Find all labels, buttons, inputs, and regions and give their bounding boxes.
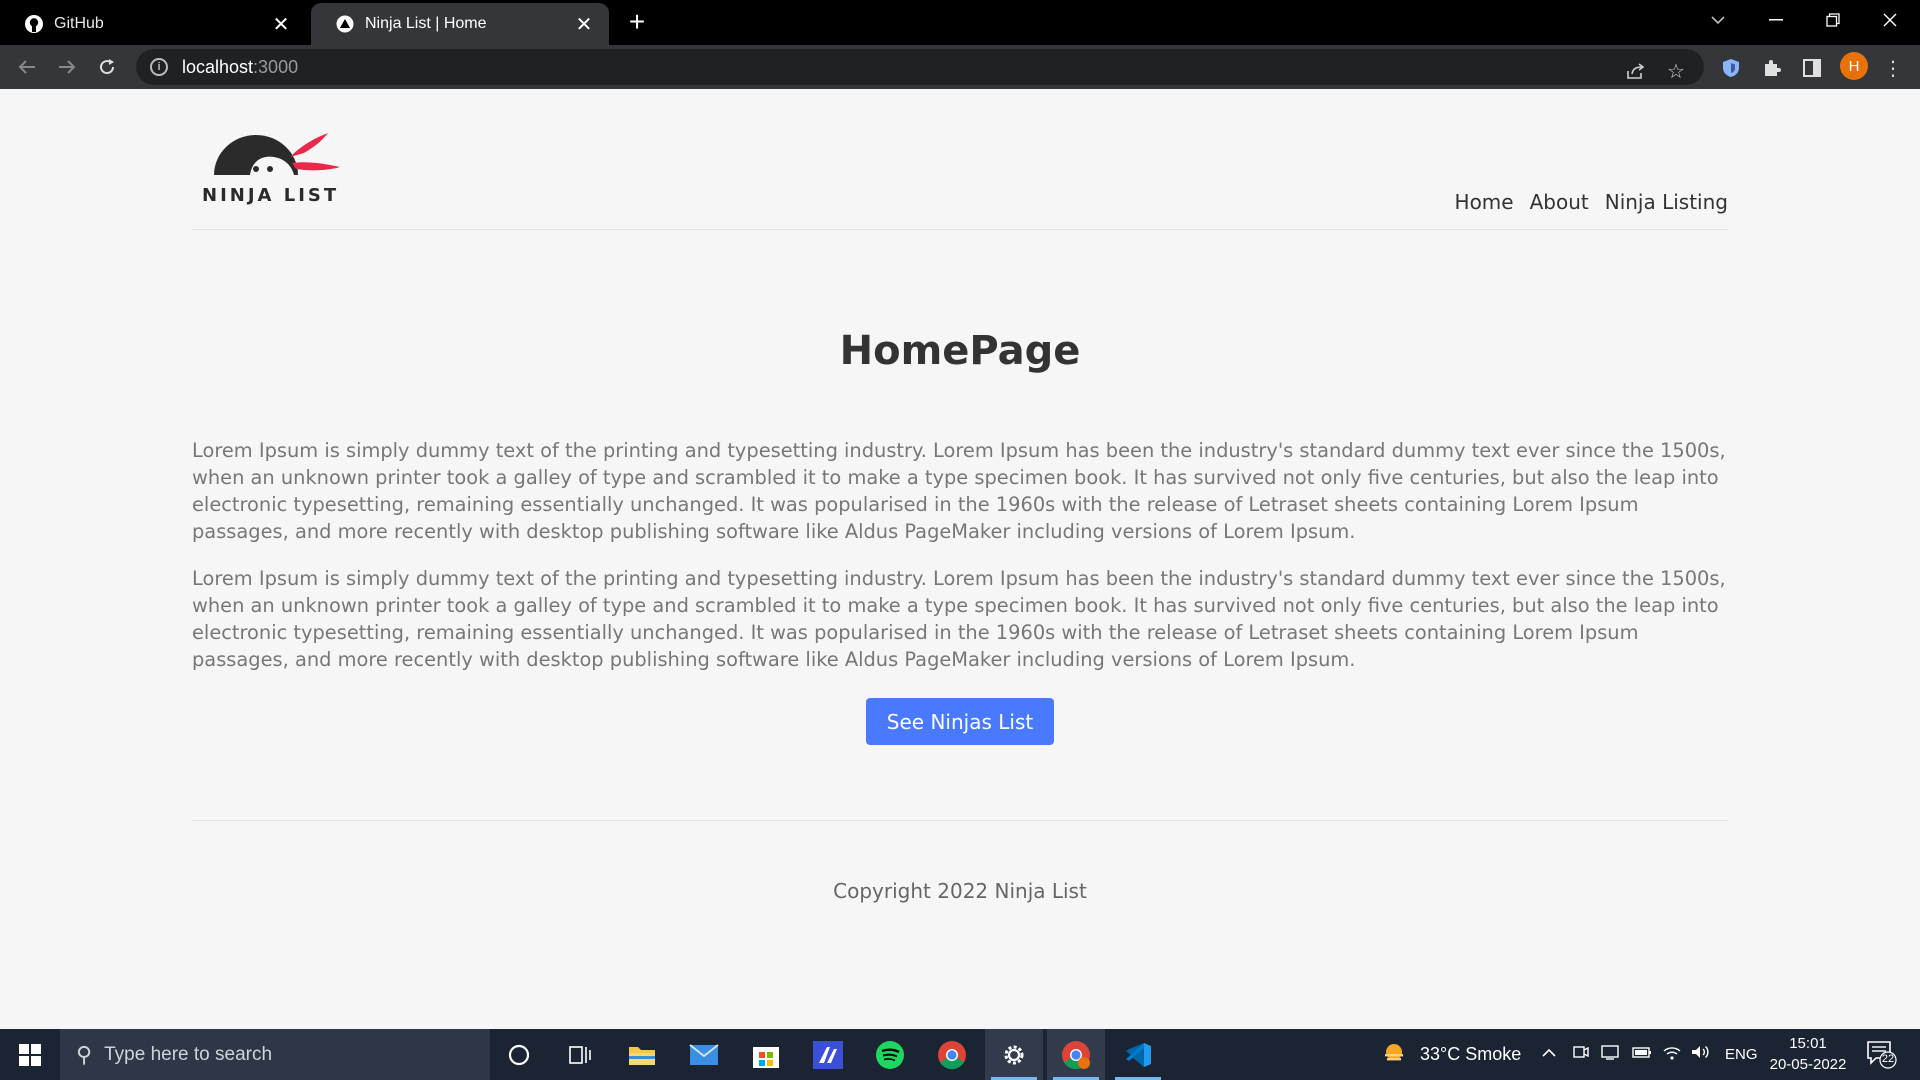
nav-link-ninja-listing[interactable]: Ninja Listing bbox=[1605, 190, 1728, 214]
ninja-list-logo[interactable]: NINJA LIST bbox=[200, 117, 355, 209]
minimize-icon[interactable] bbox=[1748, 0, 1804, 40]
task-view-icon[interactable] bbox=[551, 1029, 609, 1080]
tab-title: GitHub bbox=[54, 15, 104, 32]
extensions-puzzle-icon[interactable] bbox=[1759, 55, 1785, 81]
settings-icon[interactable] bbox=[985, 1029, 1043, 1080]
notification-count: 22 bbox=[1881, 1053, 1895, 1065]
store-icon[interactable] bbox=[737, 1029, 795, 1080]
new-tab-button[interactable]: + bbox=[622, 8, 652, 38]
bookmark-star-icon[interactable]: ☆ bbox=[1664, 59, 1688, 83]
nextjs-icon bbox=[335, 14, 355, 34]
web-page: NINJA LIST Home About Ninja Listing Home… bbox=[0, 89, 1920, 1029]
side-panel-icon[interactable] bbox=[1799, 55, 1825, 81]
footer-copyright: Copyright 2022 Ninja List bbox=[833, 879, 1087, 903]
browser-toolbar: i localhost:3000 ☆ ⋮ bbox=[0, 45, 1920, 89]
app-icon[interactable] bbox=[799, 1029, 857, 1080]
tab-search-icon[interactable] bbox=[1690, 0, 1746, 40]
logo-text: NINJA LIST bbox=[202, 185, 339, 206]
restore-icon[interactable] bbox=[1805, 0, 1861, 40]
notification-center-icon[interactable]: 22 bbox=[1866, 1039, 1898, 1069]
site-info-icon[interactable]: i bbox=[150, 58, 168, 76]
search-icon: ⚲ bbox=[76, 1041, 93, 1067]
back-icon[interactable] bbox=[11, 51, 43, 83]
clock-date: 20-05-2022 bbox=[1769, 1056, 1847, 1073]
site-nav: Home About Ninja Listing bbox=[1455, 190, 1728, 214]
github-icon bbox=[24, 14, 44, 34]
chrome-profile-icon[interactable] bbox=[1047, 1029, 1105, 1080]
close-icon[interactable]: ✕ bbox=[573, 12, 595, 37]
weather-text[interactable]: 33°C Smoke bbox=[1420, 1044, 1521, 1065]
profile-avatar[interactable]: H bbox=[1840, 52, 1868, 80]
nav-link-home[interactable]: Home bbox=[1455, 190, 1514, 214]
close-icon[interactable]: ✕ bbox=[270, 12, 292, 37]
chevron-up-icon[interactable] bbox=[1542, 1043, 1556, 1063]
browser-tab-strip: GitHub ✕ Ninja List | Home ✕ + bbox=[0, 0, 1920, 45]
shield-extension-icon[interactable] bbox=[1718, 55, 1744, 81]
display-icon[interactable] bbox=[1601, 1043, 1619, 1066]
tab-github[interactable]: GitHub ✕ bbox=[0, 3, 306, 45]
page-content: NINJA LIST Home About Ninja Listing Home… bbox=[192, 89, 1728, 903]
vscode-icon[interactable] bbox=[1109, 1029, 1167, 1080]
share-icon[interactable] bbox=[1624, 59, 1648, 83]
address-bar[interactable]: i localhost:3000 ☆ bbox=[136, 49, 1704, 85]
intro-paragraph-1: Lorem Ipsum is simply dummy text of the … bbox=[192, 439, 1726, 543]
see-ninjas-list-button[interactable]: See Ninjas List bbox=[866, 698, 1054, 745]
site-navbar: NINJA LIST Home About Ninja Listing bbox=[192, 89, 1728, 230]
windows-taskbar: ⚲ Type here to search 33°C Smoke ENG 15:… bbox=[0, 1029, 1920, 1080]
intro-paragraph-2: Lorem Ipsum is simply dummy text of the … bbox=[192, 567, 1726, 671]
windows-start-icon[interactable] bbox=[0, 1029, 60, 1080]
url-port: :3000 bbox=[253, 56, 299, 77]
search-placeholder: Type here to search bbox=[104, 1043, 273, 1065]
taskbar-clock[interactable]: 15:01 20-05-2022 bbox=[1762, 1033, 1854, 1075]
wifi-icon[interactable] bbox=[1662, 1043, 1682, 1066]
tab-title: Ninja List | Home bbox=[365, 15, 487, 32]
language-indicator[interactable]: ENG bbox=[1725, 1046, 1758, 1063]
volume-icon[interactable] bbox=[1690, 1043, 1710, 1066]
battery-icon[interactable] bbox=[1632, 1043, 1652, 1066]
chrome-icon[interactable] bbox=[923, 1029, 981, 1080]
mail-icon[interactable] bbox=[675, 1029, 733, 1080]
clock-time: 15:01 bbox=[1789, 1035, 1827, 1052]
menu-kebab-icon[interactable]: ⋮ bbox=[1880, 55, 1906, 81]
forward-icon[interactable] bbox=[51, 51, 83, 83]
page-title: HomePage bbox=[839, 328, 1081, 374]
reload-icon[interactable] bbox=[91, 51, 123, 83]
nav-link-about[interactable]: About bbox=[1530, 190, 1589, 214]
close-window-icon[interactable] bbox=[1862, 0, 1918, 40]
file-explorer-icon[interactable] bbox=[613, 1029, 671, 1080]
cortana-icon[interactable] bbox=[490, 1029, 548, 1080]
url-host: localhost bbox=[182, 56, 254, 77]
tab-ninja-list[interactable]: Ninja List | Home ✕ bbox=[311, 3, 609, 45]
taskbar-search-box[interactable]: ⚲ Type here to search bbox=[60, 1029, 490, 1080]
spotify-icon[interactable] bbox=[861, 1029, 919, 1080]
weather-icon[interactable] bbox=[1382, 1041, 1406, 1070]
footer-divider bbox=[192, 820, 1728, 821]
meet-now-icon[interactable] bbox=[1572, 1043, 1590, 1066]
